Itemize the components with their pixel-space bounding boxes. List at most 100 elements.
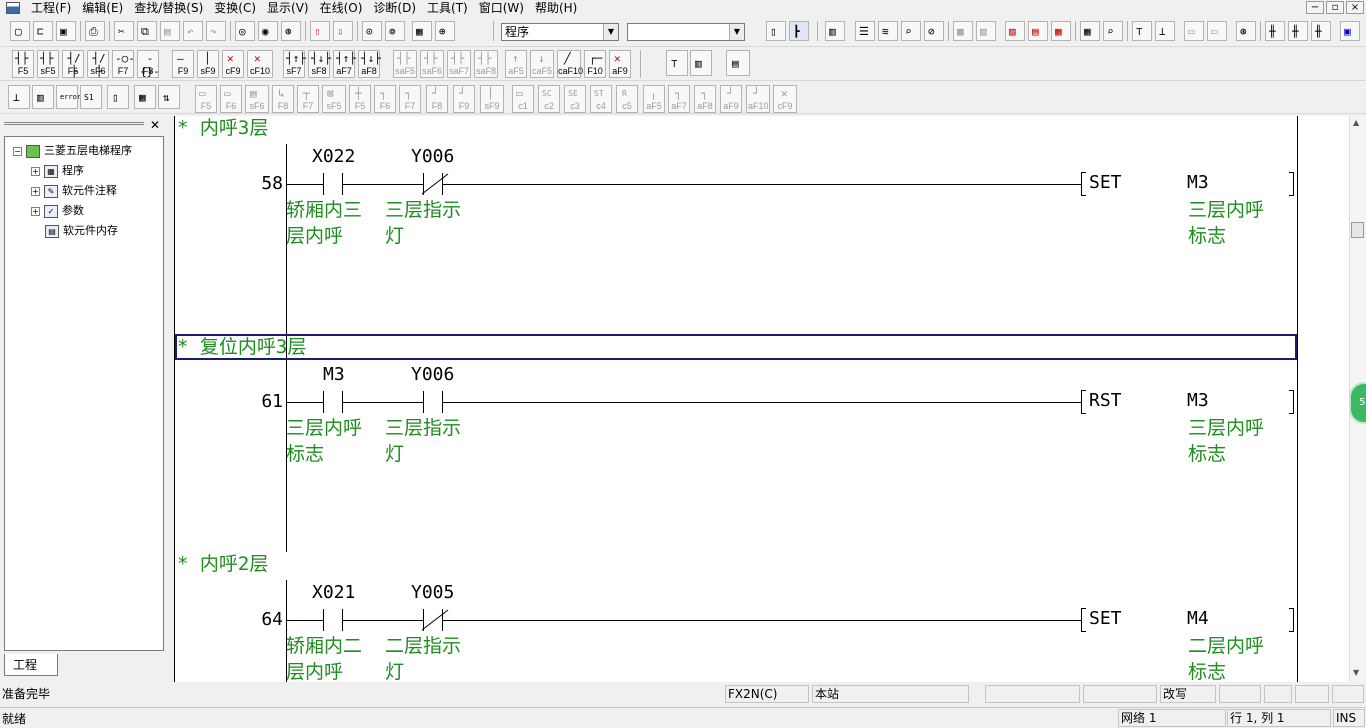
sfc-jump-icon[interactable]: ▯ <box>107 85 129 109</box>
pulse-close-2-button[interactable]: ┤├ saF6 <box>420 50 444 78</box>
tree-item-program[interactable]: + ▦ 程序 <box>31 162 84 180</box>
device-batch-icon[interactable]: ▦ <box>1080 21 1100 41</box>
restore-icon[interactable]: ▫ <box>1326 1 1344 14</box>
macro-icon[interactable]: ▩ <box>953 21 973 41</box>
cross-reference-icon[interactable]: ▦ <box>1051 21 1071 41</box>
fullscreen-icon[interactable]: ▣ <box>1340 21 1360 41</box>
instruction-operand[interactable]: M4 <box>1187 609 1209 629</box>
closed-contact[interactable] <box>421 173 449 195</box>
expand-icon[interactable]: + <box>31 206 40 216</box>
collapse-icon[interactable]: − <box>13 146 22 156</box>
rung-comment[interactable]: * 内呼2层 <box>177 553 268 575</box>
statement-view-icon[interactable]: ≋ <box>878 21 898 41</box>
copy-icon[interactable]: ⧉ <box>137 21 157 41</box>
rising-pulse-button[interactable]: ┤↑├ sF7 <box>283 50 306 78</box>
open-parallel-button[interactable]: ┤├ sF5 <box>37 50 59 78</box>
monitor-write-icon[interactable]: ⊚ <box>385 21 405 41</box>
ladder-editor[interactable]: * 内呼3层 58 X022 Y006 轿厢内三 层内呼 三层指示 灯 SET … <box>174 116 1349 682</box>
open-contact[interactable] <box>323 609 343 631</box>
close-icon[interactable]: × <box>1346 1 1364 14</box>
project-data-list-icon[interactable]: ▯ <box>766 21 786 41</box>
device-list-icon[interactable]: ▤ <box>1028 21 1048 41</box>
vertical-line-button[interactable]: │ sF9 <box>197 50 219 78</box>
line-delete-button[interactable]: ✕ aF9 <box>609 50 631 78</box>
new-file-icon[interactable]: ▢ <box>10 21 30 41</box>
application-instruction-button[interactable]: -{}- F8 <box>137 50 160 78</box>
sfc-line-button[interactable]: ┘ F9 <box>453 85 475 113</box>
scroll-down-icon[interactable]: ▼ <box>1353 668 1359 677</box>
sfc-step-number-icon[interactable]: S1 <box>80 85 102 109</box>
menu-window[interactable]: 窗口(W) <box>476 1 532 15</box>
sampling-icon[interactable]: ⊥ <box>1155 21 1175 41</box>
sfc-c3-button[interactable]: SE c3 <box>564 85 586 113</box>
find-device-icon[interactable]: ◎ <box>235 21 255 41</box>
coil-button[interactable]: -○- F7 <box>112 50 135 78</box>
align-left-icon[interactable]: ╫ <box>1311 21 1331 41</box>
instruction-operand[interactable]: M3 <box>1187 391 1209 411</box>
sfc-jump-button[interactable]: ↳ F8 <box>272 85 294 113</box>
zoom-icon[interactable]: ▨ <box>1005 21 1025 41</box>
macro-cancel-icon[interactable]: ▧ <box>976 21 996 41</box>
sfc-c5-button[interactable]: Rc5 <box>616 85 638 113</box>
instruction-operand[interactable]: M3 <box>1187 173 1209 193</box>
contact-device[interactable]: Y006 <box>411 365 454 385</box>
pulse-close-button[interactable]: ┤├ saF5 <box>393 50 417 78</box>
floating-badge[interactable]: 56 <box>1349 382 1366 424</box>
falling-pulse-button[interactable]: ┤↓├ sF8 <box>308 50 331 78</box>
sfc-af5-button[interactable]: ╷ aF5 <box>643 85 665 113</box>
sfc-error-icon[interactable]: error <box>56 85 81 109</box>
closed-contact-button[interactable]: ┤/├ F6 <box>62 50 84 78</box>
pulse-close-3-button[interactable]: ┤├ saF7 <box>447 50 471 78</box>
sfc-select-join-button[interactable]: ┐ F6 <box>374 85 396 113</box>
open-contact-button[interactable]: ┤├ F5 <box>12 50 34 78</box>
comment-edit-icon[interactable]: ▤ <box>726 50 750 76</box>
panel-grip[interactable] <box>4 122 144 125</box>
contact-device[interactable]: Y006 <box>411 147 454 167</box>
contact-device[interactable]: Y005 <box>411 583 454 603</box>
rising-pulse-parallel-button[interactable]: ┤↑├ aF7 <box>333 50 356 78</box>
sfc-delete-line-button[interactable]: │ sF9 <box>480 85 504 113</box>
device-register-icon[interactable]: ⊤ <box>666 50 688 76</box>
sfc-block-icon[interactable]: ▥ <box>32 85 54 109</box>
menu-convert[interactable]: 变换(C) <box>211 1 264 15</box>
expand-icon[interactable]: + <box>31 186 40 196</box>
ladder-view-icon[interactable]: ▥ <box>825 21 845 41</box>
tree-root[interactable]: − 三菱五层电梯程序 <box>13 142 132 160</box>
paste-icon[interactable]: ▤ <box>160 21 180 41</box>
contact-device[interactable]: X021 <box>312 583 355 603</box>
tree-item-device-memory[interactable]: ▤ 软元件内存 <box>45 222 118 240</box>
menu-project[interactable]: 工程(F) <box>28 1 79 15</box>
menu-online[interactable]: 在线(O) <box>317 1 371 15</box>
pulse-close-4-button[interactable]: ┤├ saF8 <box>474 50 498 78</box>
open-contact[interactable] <box>323 173 343 195</box>
project-tree-toggle-icon[interactable]: ┣ <box>789 21 809 41</box>
instruction-name[interactable]: SET <box>1089 173 1122 193</box>
contact-device[interactable]: M3 <box>323 365 345 385</box>
find-instruction-icon[interactable]: ◉ <box>258 21 278 41</box>
invert-button[interactable]: ╱ caF10 <box>557 50 583 78</box>
write-to-plc-icon[interactable]: ⇧ <box>310 21 330 41</box>
comment-view-icon[interactable]: ☰ <box>855 21 875 41</box>
entry-monitor-icon[interactable]: ⊕ <box>435 21 455 41</box>
falling-pulse-parallel-button[interactable]: ┤↓├ aF8 <box>358 50 381 78</box>
sfc-c4-button[interactable]: ST c4 <box>590 85 612 113</box>
align-right-icon[interactable]: ╫ <box>1288 21 1308 41</box>
sfc-end-button[interactable]: ┬ F7 <box>297 85 319 113</box>
sfc-c2-button[interactable]: SC c2 <box>538 85 560 113</box>
print-icon[interactable]: ⎙ <box>85 21 105 41</box>
open-folder-icon[interactable]: ⊏ <box>33 21 53 41</box>
undo-icon[interactable]: ↶ <box>183 21 203 41</box>
remote-icon[interactable]: ▭ <box>1207 21 1227 41</box>
tree-item-parameter[interactable]: + ✓ 参数 <box>31 202 84 220</box>
sfc-select-branch-button[interactable]: ⊠ sF5 <box>322 85 346 113</box>
device-search-icon[interactable]: ⌕ <box>1103 21 1123 41</box>
sfc-step-icon[interactable]: ⊥ <box>8 85 30 109</box>
contact-device[interactable]: X022 <box>312 147 355 167</box>
test-icon[interactable]: ▦ <box>412 21 432 41</box>
data-type-select[interactable]: 程序 ▼ <box>501 23 619 41</box>
trace-icon[interactable]: ⊤ <box>1132 21 1152 41</box>
sfc-c1-button[interactable]: ▭ c1 <box>512 85 534 113</box>
save-icon[interactable]: ▣ <box>56 21 76 41</box>
tree-item-device-comment[interactable]: + ✎ 软元件注释 <box>31 182 117 200</box>
sfc-transition-button[interactable]: ▭ F6 <box>220 85 242 113</box>
